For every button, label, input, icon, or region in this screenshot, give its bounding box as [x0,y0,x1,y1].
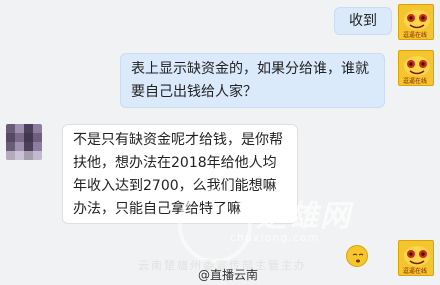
message-bubble-sent[interactable]: 表上显示缺资金的，如果分给谁，谁就要自己出钱给人家？ [120,53,385,108]
source-credit: @直播云南 [198,268,259,282]
self-avatar[interactable]: 逗逼在线 [398,4,434,40]
message-bubble-received[interactable]: 不是只有缺资金呢才给钱，是你帮扶他，想办法在2018年给他人均年收入达到2700… [62,124,298,224]
message-text: 表上显示缺资金的，如果分给谁，谁就要自己出钱给人家？ [131,61,369,100]
contact-avatar[interactable] [6,124,42,160]
self-avatar[interactable]: 逗逼在线 [398,240,434,276]
message-text: 不是只有缺资金呢才给钱，是你帮扶他，想办法在2018年给他人均年收入达到2700… [73,132,283,217]
avatar-caption: 逗逼在线 [403,78,428,85]
avatar-caption: 逗逼在线 [403,268,428,275]
emoji-face-icon [352,253,364,263]
watermark-url: chuxiong.com [230,231,320,244]
sleepy-face-emoji-icon[interactable] [346,245,368,267]
avatar-caption: 逗逼在线 [403,32,428,39]
self-avatar[interactable]: 逗逼在线 [398,50,434,86]
message-text: 收到 [349,13,377,29]
message-bubble-sent[interactable]: 收到 [334,7,392,35]
